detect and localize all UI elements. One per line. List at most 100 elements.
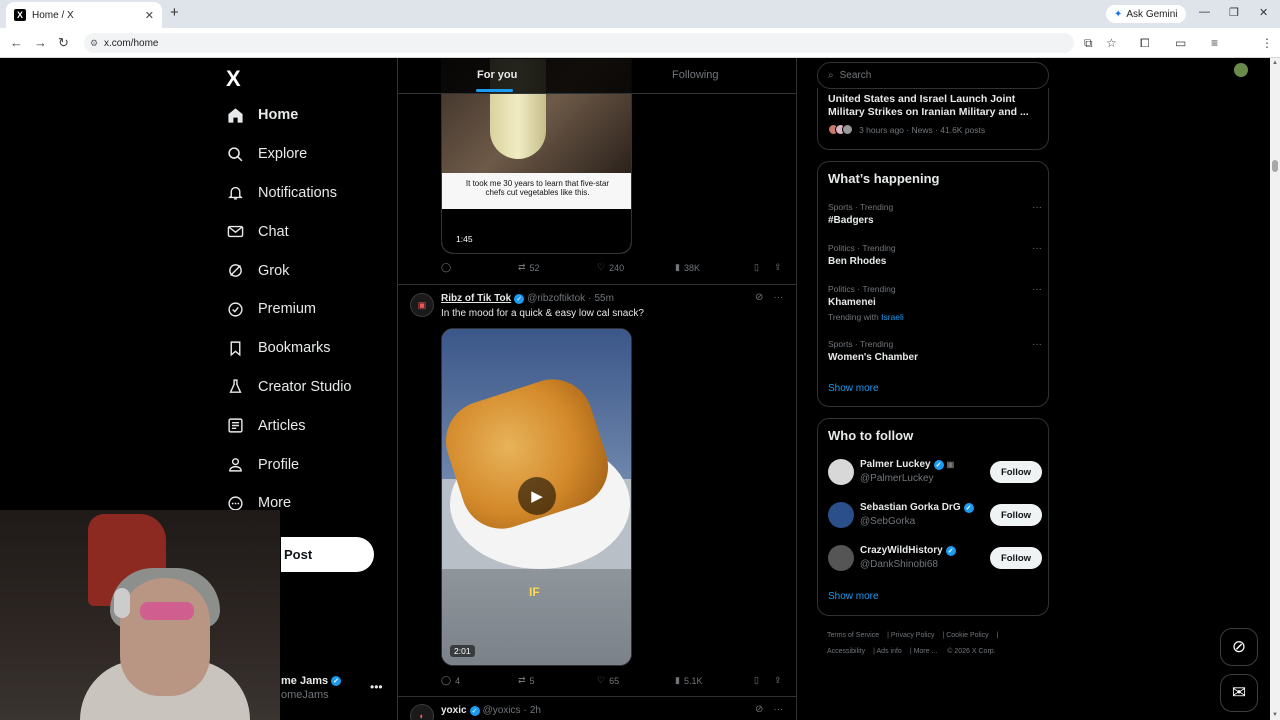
grok-float-button[interactable]: ⊘ (1220, 628, 1258, 666)
scrollbar-thumb[interactable] (1272, 160, 1278, 172)
like-button[interactable]: ♡ 240 (597, 262, 624, 273)
install-app-icon[interactable]: ⧉ (1084, 36, 1093, 51)
footer-link[interactable]: More ... (914, 648, 938, 655)
browser-menu-icon[interactable]: ⋮ (1261, 36, 1273, 50)
browser-profile-avatar[interactable] (1234, 63, 1248, 77)
footer-link[interactable]: Terms of Service (827, 632, 879, 639)
extensions-icon[interactable]: ⧠ (1140, 36, 1150, 51)
nav-creator-studio[interactable]: Creator Studio (226, 368, 352, 407)
avatar[interactable]: ◐ (410, 704, 434, 720)
back-icon[interactable]: ← (10, 35, 23, 50)
news-card[interactable]: United States and Israel Launch Joint Mi… (817, 88, 1049, 150)
avatar[interactable] (828, 545, 854, 571)
more-icon[interactable]: ··· (773, 292, 783, 303)
tab-following[interactable]: Following (672, 69, 718, 81)
share-button[interactable]: ⇪ (774, 675, 782, 686)
reply-button[interactable]: ◯ 4 (441, 675, 460, 686)
views-button[interactable]: ▮ 5.1K (675, 675, 702, 686)
follow-suggestion[interactable]: Sebastian Gorka DrG ✓ @SebGorka Follow (828, 502, 1042, 532)
minimize-icon[interactable]: — (1199, 6, 1210, 18)
show-more-suggestions-link[interactable]: Show more (828, 591, 879, 602)
site-info-icon[interactable]: ⚙ (90, 38, 98, 49)
author-name[interactable]: yoxic (441, 705, 467, 716)
nav-grok[interactable]: Grok (226, 251, 352, 290)
sidebar-toggle-icon[interactable]: ▭ (1175, 36, 1186, 50)
trend-context-link[interactable]: Israeli (881, 312, 904, 322)
nav-profile[interactable]: Profile (226, 445, 352, 484)
follow-button[interactable]: Follow (990, 504, 1042, 526)
scroll-up-icon[interactable]: ▲ (1272, 60, 1278, 66)
repost-button[interactable]: ⇄ 52 (518, 262, 540, 273)
home-icon (226, 106, 244, 124)
media-control-icon[interactable]: ≡ (1211, 36, 1218, 50)
tweet-time[interactable]: 2h (530, 705, 541, 716)
nav-articles[interactable]: Articles (226, 406, 352, 445)
more-icon[interactable]: ··· (1032, 243, 1042, 254)
nav-premium[interactable]: Premium (226, 290, 352, 329)
nav-notifications[interactable]: Notifications (226, 174, 352, 213)
scroll-down-icon[interactable]: ▼ (1272, 712, 1278, 718)
footer-link[interactable]: Accessibility (827, 648, 865, 655)
webcam-overlay (0, 510, 280, 720)
author-handle[interactable]: @yoxics (483, 705, 521, 716)
avatar[interactable] (828, 502, 854, 528)
bookmark-star-icon[interactable]: ☆ (1106, 36, 1117, 50)
maximize-icon[interactable]: ❐ (1229, 6, 1239, 19)
post-button[interactable]: Post (281, 537, 374, 572)
ask-gemini-button[interactable]: ✦ Ask Gemini (1106, 5, 1186, 23)
avatar[interactable]: ▣ (410, 293, 434, 317)
close-tab-icon[interactable]: ✕ (145, 9, 154, 22)
close-window-icon[interactable]: ✕ (1259, 6, 1268, 19)
new-tab-icon[interactable]: + (170, 4, 179, 21)
author-handle[interactable]: @ribzoftiktok (527, 293, 585, 304)
suggestion-handle: @DankShinobi68 (860, 559, 938, 570)
nav-explore[interactable]: Explore (226, 135, 352, 174)
account-more-icon[interactable]: ••• (370, 680, 383, 694)
bookmark-button[interactable]: ▯ (754, 675, 759, 686)
more-icon[interactable]: ··· (1032, 284, 1042, 295)
trend-item[interactable]: Politics · Trending Khamenei Trending wi… (828, 284, 1042, 322)
reply-button[interactable]: ◯ (441, 262, 455, 273)
url-field[interactable]: ⚙ x.com/home (84, 33, 1074, 53)
play-icon[interactable]: ▶ (518, 477, 556, 515)
repost-icon: ⇄ (518, 262, 526, 272)
browser-tab[interactable]: X Home / X ✕ (6, 2, 162, 28)
reload-icon[interactable]: ↻ (58, 35, 69, 51)
share-button[interactable]: ⇪ (774, 262, 782, 273)
views-button[interactable]: ▮ 38K (675, 262, 700, 273)
footer-link[interactable]: Privacy Policy (891, 632, 935, 639)
grok-icon[interactable]: ⊘ (755, 292, 763, 303)
follow-button[interactable]: Follow (990, 461, 1042, 483)
trend-item[interactable]: Sports · Trending #Badgers ··· (828, 202, 1042, 226)
follow-suggestion[interactable]: Palmer Luckey ✓ ▣ @PalmerLuckey Follow (828, 459, 1042, 489)
messages-float-button[interactable]: ✉ (1220, 674, 1258, 712)
trend-item[interactable]: Sports · Trending Women's Chamber ··· (828, 339, 1042, 363)
follow-suggestion[interactable]: CrazyWildHistory ✓ @DankShinobi68 Follow (828, 545, 1042, 575)
repost-button[interactable]: ⇄ 5 (518, 675, 535, 686)
more-icon[interactable]: ··· (773, 704, 783, 715)
grok-icon[interactable]: ⊘ (755, 704, 763, 715)
like-button[interactable]: ♡ 65 (597, 675, 619, 686)
tweet-time[interactable]: 55m (594, 293, 613, 304)
author-name[interactable]: Ribz of Tik Tok (441, 293, 511, 304)
forward-icon[interactable]: → (34, 35, 47, 50)
avatar[interactable] (828, 459, 854, 485)
footer-link[interactable]: Cookie Policy (946, 632, 988, 639)
tab-for-you[interactable]: For you (477, 69, 517, 81)
grok-icon (226, 262, 244, 280)
show-more-trends-link[interactable]: Show more (828, 383, 879, 394)
page-scrollbar[interactable]: ▲ ▼ (1270, 58, 1280, 720)
trend-item[interactable]: Politics · Trending Ben Rhodes ··· (828, 243, 1042, 267)
search-input[interactable]: ⌕ Search (817, 62, 1049, 89)
tweet-video[interactable]: ▶ IF 2:01 (441, 328, 632, 666)
more-icon[interactable]: ··· (1032, 339, 1042, 350)
nav-home[interactable]: Home (226, 96, 352, 135)
nav-chat[interactable]: Chat (226, 212, 352, 251)
follow-button[interactable]: Follow (990, 547, 1042, 569)
x-logo[interactable]: X (226, 66, 241, 92)
footer-link[interactable]: Ads info (877, 648, 902, 655)
more-icon[interactable]: ··· (1032, 202, 1042, 213)
bookmark-button[interactable]: ▯ (754, 262, 759, 273)
account-switcher[interactable]: me Jams ✓ omeJams (281, 675, 342, 701)
nav-bookmarks[interactable]: Bookmarks (226, 329, 352, 368)
